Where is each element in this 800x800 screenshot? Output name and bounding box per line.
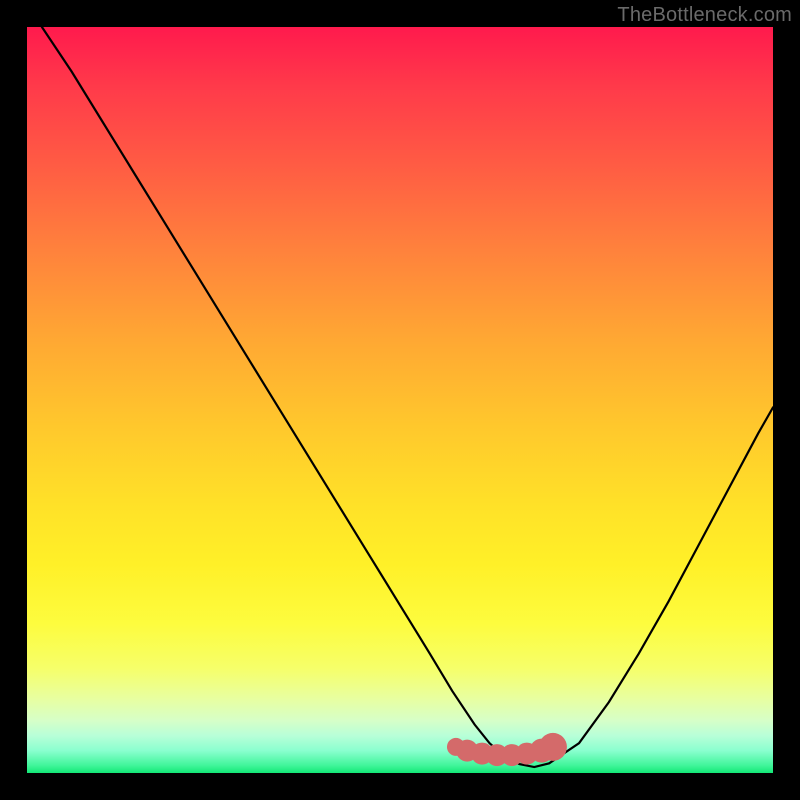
datapoints-group — [447, 733, 567, 766]
chart-frame: TheBottleneck.com — [0, 0, 800, 800]
chart-svg — [27, 27, 773, 773]
bottleneck-curve — [42, 27, 773, 767]
datapoint — [539, 733, 567, 761]
watermark-text: TheBottleneck.com — [617, 4, 792, 27]
plot-area — [27, 27, 773, 773]
